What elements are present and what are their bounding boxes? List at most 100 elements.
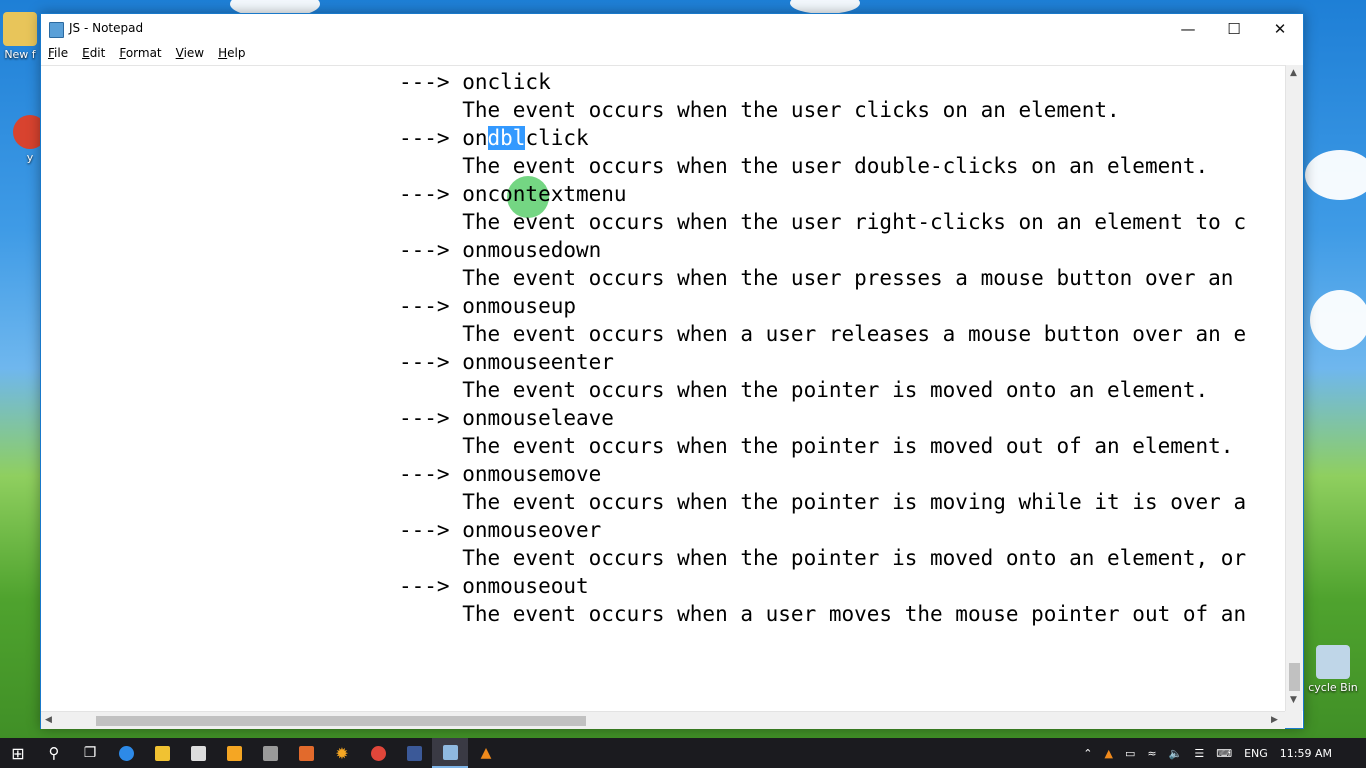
spark-icon: ✹ xyxy=(335,743,349,763)
text-line: The event occurs when the pointer is mov… xyxy=(399,490,1247,514)
menu-help[interactable]: Help xyxy=(211,44,252,65)
menu-format[interactable]: Format xyxy=(112,44,168,65)
battery-icon[interactable]: ▭ xyxy=(1125,747,1135,760)
text-line: The event occurs when a user releases a … xyxy=(399,322,1247,346)
scroll-down-arrow-icon[interactable]: ▼ xyxy=(1290,695,1297,705)
menu-view[interactable]: View xyxy=(169,44,211,65)
notepad-app-icon[interactable] xyxy=(49,22,64,38)
language-indicator[interactable]: ENG xyxy=(1244,747,1268,760)
windows-logo-icon: ⊞ xyxy=(11,743,25,763)
desktop-icon-folder[interactable]: New f xyxy=(0,12,40,61)
text-line: The event occurs when a user moves the m… xyxy=(399,602,1247,626)
text-line: The event occurs when the pointer is mov… xyxy=(399,378,1209,402)
film-icon xyxy=(262,745,278,761)
minimize-button[interactable]: — xyxy=(1165,14,1211,44)
action-center-icon[interactable]: ☰ xyxy=(1194,747,1204,760)
notepad-window: JS - Notepad — ☐ ✕ File Edit Format View… xyxy=(40,13,1304,729)
text-line: ---> onmousemove xyxy=(399,462,602,486)
vertical-scroll-thumb[interactable] xyxy=(1289,663,1300,691)
horizontal-scroll-thumb[interactable] xyxy=(96,716,586,726)
text-line: ---> onmouseout xyxy=(399,574,589,598)
task-view-button[interactable]: ❐ xyxy=(72,738,108,768)
vlc-tray-icon[interactable]: ▲ xyxy=(1105,747,1113,760)
menu-view-label: iew xyxy=(183,46,205,60)
start-button[interactable]: ⊞ xyxy=(0,738,36,768)
title-bar[interactable]: JS - Notepad — ☐ ✕ xyxy=(41,14,1303,44)
text-selection: dbl xyxy=(487,126,526,150)
text-line: The event occurs when the user clicks on… xyxy=(399,98,1120,122)
taskbar-app-chrome[interactable] xyxy=(360,738,396,768)
scroll-up-arrow-icon[interactable]: ▲ xyxy=(1290,68,1297,78)
fox-icon xyxy=(298,745,314,761)
text-line: ---> onmouseleave xyxy=(399,406,614,430)
taskbar-app-notepad[interactable] xyxy=(432,738,468,768)
text-line: ---> oncontextmenu xyxy=(399,182,627,206)
facebook-icon xyxy=(406,745,422,761)
media-player-icon xyxy=(226,745,242,761)
scroll-left-arrow-icon[interactable]: ◀ xyxy=(45,715,52,725)
desktop-icon-label: New f xyxy=(4,48,36,61)
wifi-icon[interactable]: ≈ xyxy=(1147,747,1156,760)
menu-edit-label: dit xyxy=(89,46,106,60)
chrome-icon xyxy=(370,745,386,761)
taskbar-app-spark[interactable]: ✹ xyxy=(324,738,360,768)
menu-file[interactable]: File xyxy=(41,44,75,65)
taskbar-app-edge[interactable] xyxy=(108,738,144,768)
maximize-button[interactable]: ☐ xyxy=(1211,14,1257,44)
edge-icon xyxy=(118,745,134,761)
task-view-icon: ❐ xyxy=(83,745,97,761)
taskbar-app-media[interactable] xyxy=(216,738,252,768)
scrollbar-corner xyxy=(1285,711,1302,728)
selection-before: ---> on xyxy=(399,126,488,150)
taskbar-app-explorer[interactable] xyxy=(144,738,180,768)
volume-icon[interactable]: 🔈 xyxy=(1169,747,1183,760)
desktop-icon-recycle-bin[interactable]: cycle Bin xyxy=(1304,645,1362,694)
menu-help-mnemonic: H xyxy=(218,46,228,60)
maximize-icon: ☐ xyxy=(1227,20,1241,38)
menu-format-label: ormat xyxy=(125,46,162,60)
close-button[interactable]: ✕ xyxy=(1257,14,1303,44)
text-line: The event occurs when the pointer is mov… xyxy=(399,546,1247,570)
horizontal-scrollbar[interactable]: ◀ ▶ xyxy=(41,711,1285,729)
search-icon: ⚲ xyxy=(48,744,60,762)
taskbar-app-facebook[interactable] xyxy=(396,738,432,768)
vlc-icon: ▲ xyxy=(480,745,492,761)
window-title: JS - Notepad xyxy=(69,21,144,35)
scroll-right-arrow-icon[interactable]: ▶ xyxy=(1271,715,1278,725)
taskbar-app-film[interactable] xyxy=(252,738,288,768)
system-tray: ⌃ ▲ ▭ ≈ 🔈 ☰ ⌨ ENG 11:59 AM xyxy=(1077,738,1366,768)
menu-edit[interactable]: Edit xyxy=(75,44,112,65)
text-editor[interactable]: ---> onclick The event occurs when the u… xyxy=(41,65,1285,712)
menu-edit-mnemonic: E xyxy=(82,46,90,60)
menu-help-label: elp xyxy=(227,46,246,60)
cloud xyxy=(1310,290,1366,350)
desktop-icon-label: cycle Bin xyxy=(1308,681,1358,694)
folder-icon xyxy=(3,12,37,46)
show-hidden-icons-icon[interactable]: ⌃ xyxy=(1083,747,1092,760)
menu-file-label: ile xyxy=(54,46,69,60)
text-line-selected: ---> ondblclick xyxy=(399,124,589,152)
desktop-icon-label: y xyxy=(26,151,34,164)
taskbar-app-store[interactable] xyxy=(180,738,216,768)
minimize-icon: — xyxy=(1180,20,1196,38)
taskbar-app-vlc[interactable]: ▲ xyxy=(468,738,504,768)
text-line: ---> onmouseenter xyxy=(399,350,614,374)
cloud xyxy=(790,0,860,14)
text-line: ---> onmouseover xyxy=(399,518,602,542)
keyboard-icon[interactable]: ⌨ xyxy=(1216,747,1232,760)
text-line: ---> onmouseup xyxy=(399,294,577,318)
text-line: ---> onclick xyxy=(399,70,551,94)
search-button[interactable]: ⚲ xyxy=(36,738,72,768)
text-line: The event occurs when the pointer is mov… xyxy=(399,434,1234,458)
text-line: ---> onmousedown xyxy=(399,238,602,262)
text-line: The event occurs when the user right-cli… xyxy=(399,210,1247,234)
vertical-scrollbar[interactable]: ▲ ▼ xyxy=(1285,65,1303,711)
text-line: The event occurs when the user presses a… xyxy=(399,266,1234,290)
file-explorer-icon xyxy=(154,745,170,761)
notepad-icon xyxy=(442,744,458,760)
selection-after: click xyxy=(525,126,589,150)
recycle-bin-icon xyxy=(1316,645,1350,679)
taskbar-app-fox[interactable] xyxy=(288,738,324,768)
clock[interactable]: 11:59 AM xyxy=(1280,747,1332,760)
menu-view-mnemonic: V xyxy=(175,46,184,60)
